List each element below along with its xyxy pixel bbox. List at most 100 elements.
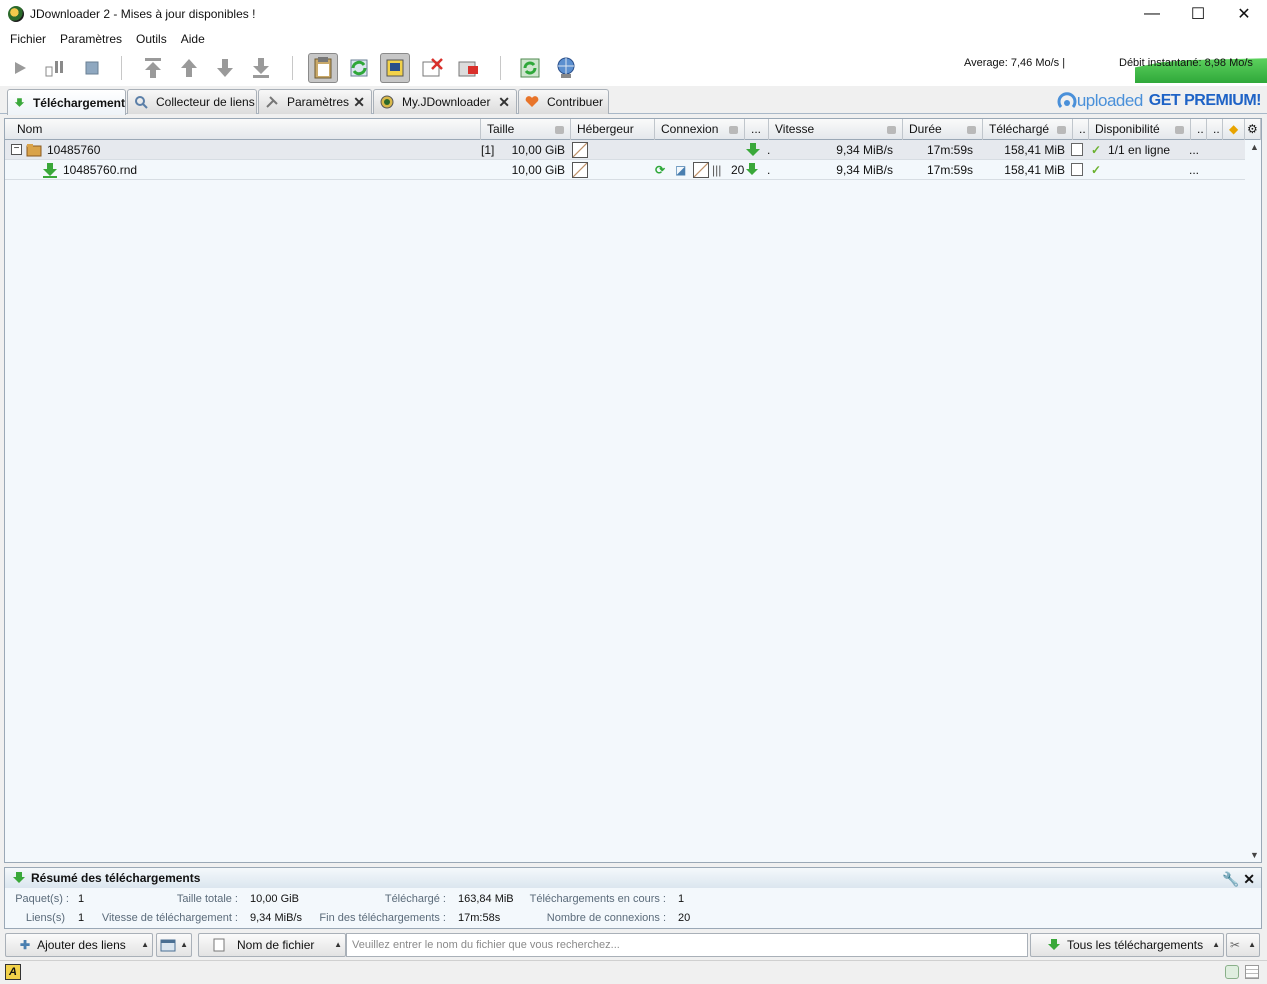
menu-fichier[interactable]: Fichier [3,32,53,46]
minimize-button[interactable]: — [1129,0,1175,28]
table-row-file[interactable]: 10485760.rnd 10,00 GiB ⟳ ◪ ||| 20 . 9,34… [5,160,1245,180]
update-button[interactable] [515,53,545,83]
maximize-button[interactable]: ☐ [1175,0,1221,28]
col-header-downloaded[interactable]: Téléchargé [983,119,1073,140]
col-label: Vitesse [775,122,815,136]
package-speed: 9,34 MiB/s [836,143,893,157]
download-summary-panel: Résumé des téléchargements 🔧 ✕ Paquet(s)… [4,867,1262,929]
tab-label: Téléchargement [32,95,125,110]
dropdown-arrow-icon[interactable]: ▲ [180,940,188,949]
col-header-connection[interactable]: Connexion [655,119,745,140]
start-downloads-button[interactable] [5,53,35,83]
stop-downloads-button[interactable] [77,53,107,83]
premium-toggle-button[interactable] [380,53,410,83]
col-header-size[interactable]: Taille [481,119,571,140]
arrow-down-icon [217,59,233,77]
add-icon: ✚ [20,938,31,952]
globe-icon [557,57,575,78]
file-speed: 9,34 MiB/s [836,163,893,177]
summary-total-size-label: Taille totale : [176,893,238,905]
summary-speed-label: Vitesse de téléchargement : [101,912,238,924]
instant-speed-meter: Débit instantané: 8,98 Mo/s [1113,55,1267,83]
col-label: Durée [909,122,942,136]
online-check-icon: ✓ [1091,163,1102,177]
summary-tools: 🔧 ✕ [1222,869,1255,889]
column-settings-gear-icon[interactable]: ⚙ [1245,119,1261,140]
search-field-selector[interactable]: Nom de fichier ▲ [198,933,346,957]
package-checkbox[interactable] [1071,143,1083,156]
tab-telechargement[interactable]: Téléchargement [7,89,126,115]
lock-icon [967,126,976,134]
update-status-icon[interactable] [1225,965,1239,979]
host-icon [572,162,588,178]
chunks-icon: ||| [712,163,722,177]
col-header-more[interactable]: ... [745,119,769,140]
download-filter-selector[interactable]: Tous les téléchargements ▲ [1030,933,1224,957]
toolbar-separator [121,56,122,80]
collapse-toggle-icon[interactable]: − [11,144,22,155]
log-icon[interactable] [1245,965,1259,979]
move-up-button[interactable] [174,53,204,83]
file-downloaded: 158,41 MiB [1004,163,1065,177]
col-label: Connexion [661,122,719,136]
menu-parametres[interactable]: Paramètres [53,32,129,46]
col-header-more[interactable]: .. [1073,119,1089,140]
close-tab-icon[interactable]: ✕ [353,94,365,111]
dropdown-arrow-icon[interactable]: ▲ [141,940,149,949]
summary-settings-icon[interactable]: 🔧 [1222,871,1239,887]
dropdown-arrow-icon[interactable]: ▲ [1248,940,1256,949]
package-downloaded: 158,41 MiB [1004,143,1065,157]
tab-myjdownloader[interactable]: My.JDownloader ✕ [373,89,517,114]
close-tab-icon[interactable]: ✕ [498,94,510,111]
clipboard-monitor-button[interactable] [308,53,338,83]
tab-contribuer[interactable]: Contribuer [518,89,609,114]
col-header-more[interactable]: .. [1191,119,1207,140]
tab-collecteur-de-liens[interactable]: Collecteur de liens [127,89,257,114]
arrow-bottom-icon [253,58,269,78]
jdownloader-status-icon[interactable]: A [5,964,21,980]
file-checkbox[interactable] [1071,163,1083,176]
auto-reconnect-button[interactable] [344,53,374,83]
pause-downloads-button[interactable] [40,53,70,83]
summary-packages-label: Paquet(s) : [15,893,69,905]
view-options-button[interactable]: ▲ [156,933,192,957]
bottom-settings-button[interactable]: ✂ ▲ [1226,933,1260,957]
col-header-speed[interactable]: Vitesse [769,119,903,140]
toolbar: Average: 7,46 Mo/s | Débit instantané: 8… [0,50,1267,86]
link-grabber-icon [135,96,148,109]
col-header-more[interactable]: .. [1207,119,1223,140]
summary-close-icon[interactable]: ✕ [1243,871,1255,887]
scroll-up-icon[interactable]: ▲ [1250,142,1259,152]
reconnect-now-button[interactable] [551,53,581,83]
summary-links-value: 1 [78,912,85,924]
scroll-down-icon[interactable]: ▼ [1250,850,1259,860]
search-input[interactable]: Veuillez entrer le nom du fichier que vo… [346,933,1028,957]
silent-mode-button[interactable] [417,53,447,83]
col-header-duration[interactable]: Durée [903,119,983,140]
close-button[interactable]: ✕ [1221,0,1267,28]
col-header-availability[interactable]: Disponibilité [1089,119,1191,140]
tab-parametres[interactable]: Paramètres ✕ [258,89,372,114]
uploaded-logo-icon [1057,92,1077,108]
stop-icon [85,61,99,75]
col-label: Disponibilité [1095,122,1160,136]
add-links-button[interactable]: ✚ Ajouter des liens ▲ [5,933,153,957]
col-header-host[interactable]: Hébergeur [571,119,655,140]
vertical-scrollbar[interactable]: ▲ ▼ [1247,140,1261,862]
move-down-button[interactable] [210,53,240,83]
menu-outils[interactable]: Outils [129,32,174,46]
menu-aide[interactable]: Aide [174,32,212,46]
dropdown-arrow-icon[interactable]: ▲ [1212,940,1220,949]
clean-up-button[interactable] [453,53,483,83]
col-header-name[interactable]: Nom [5,119,481,140]
uploaded-premium-banner[interactable]: uploaded GET PREMIUM! [1055,90,1262,112]
title-bar: JDownloader 2 - Mises à jour disponibles… [0,0,1267,28]
table-row-package[interactable]: − 10485760 [1] 10,00 GiB . 9,34 MiB/s 17… [5,140,1245,160]
col-header-priority-icon[interactable]: ◆ [1223,119,1245,140]
connection-icon: ◪ [675,163,687,177]
lock-icon [555,126,564,134]
move-to-bottom-button[interactable] [246,53,276,83]
dropdown-arrow-icon[interactable]: ▲ [334,940,342,949]
plugin-icon [693,162,709,178]
move-to-top-button[interactable] [138,53,168,83]
